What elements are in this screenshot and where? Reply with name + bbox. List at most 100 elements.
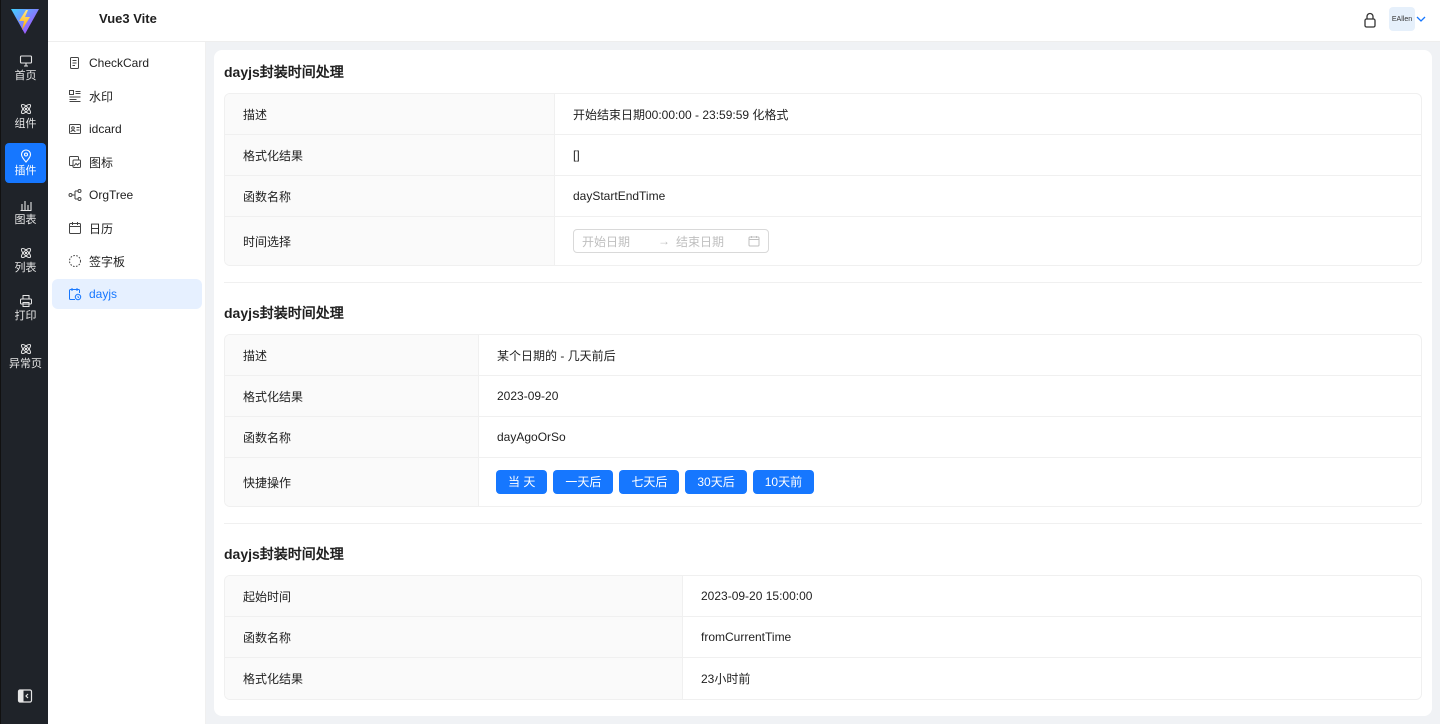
rail-item-label: 异常页 [9,357,42,370]
row-value: [] [555,135,1421,176]
lock-icon[interactable] [1362,11,1378,29]
submenu-item-label: 图标 [89,155,114,170]
submenu-item-dayjs[interactable]: dayjs [52,279,202,309]
atom-icon [20,343,31,354]
rail-item-label: 图表 [14,213,37,226]
row-label: 快捷操作 [225,458,479,506]
row-value: fromCurrentTime [683,617,1421,658]
image-icon [69,156,81,168]
table-row: 函数名称 dayAgoOrSo [225,417,1421,458]
location-pin-icon [20,148,31,163]
row-value: 某个日期的 - 几天前后 [479,335,1421,376]
submenu-item-label: 水印 [89,89,114,104]
seven-days-later-button[interactable]: 七天后 [619,470,680,494]
row-value: 23小时前 [701,672,751,686]
table-row: 描述 开始结束日期00:00:00 - 23:59:59 化格式 [225,94,1421,135]
table-row: 函数名称 fromCurrentTime [225,617,1421,658]
descriptions-table: 起始时间 2023-09-20 15:00:00 函数名称 fromCurren… [224,575,1422,700]
rail-item-label: 首页 [14,69,37,82]
submenu-item-label: idcard [89,122,122,136]
row-label: 函数名称 [225,176,555,217]
section-divider [224,523,1422,524]
rail-item-components[interactable]: 组件 [5,96,46,136]
row-value: dayStartEndTime [555,176,1421,217]
signature-icon [69,255,81,267]
document-icon [70,57,79,69]
rail-item-print[interactable]: 打印 [5,288,46,328]
submenu-item-label: 签字板 [89,254,126,269]
today-button[interactable]: 当 天 [496,470,548,494]
user-avatar[interactable]: EAllen [1389,7,1415,31]
submenu-item-orgtree[interactable]: OrgTree [52,180,202,210]
row-value: dayAgoOrSo [479,417,1421,458]
row-label: 函数名称 [225,617,683,658]
rail-item-label: 打印 [14,309,37,322]
calendar-icon [69,222,81,234]
idcard-icon [69,124,81,134]
thirty-days-later-button[interactable]: 30天后 [685,470,747,494]
bar-chart-icon [20,200,32,211]
row-label: 时间选择 [225,217,555,265]
monitor-icon [19,54,32,67]
row-value-cell: 当 天一天后 七天后 30天后 10天前 [479,458,1421,506]
descriptions-table: 描述 开始结束日期00:00:00 - 23:59:59 化格式 格式化结果 [… [224,93,1422,266]
printer-icon [19,294,32,307]
range-arrow: → [658,234,670,248]
chevron-down-icon[interactable] [1415,13,1427,25]
row-label: 描述 [225,335,479,376]
submenu-item-label: CheckCard [89,56,150,70]
top-header: Vue3 Vite EAllen [48,0,1440,42]
section-title: dayjs封装时间处理 [224,64,344,80]
collapse-sidebar-icon[interactable] [17,688,33,704]
start-date-input[interactable]: 开始日期 [582,233,658,250]
rail-item-charts[interactable]: 图表 [5,192,46,232]
row-value: 2023-09-20 15:00:00 [683,576,1421,617]
atom-icon [20,103,31,114]
section-title: dayjs封装时间处理 [224,305,344,321]
one-day-later-button[interactable]: 一天后 [553,470,614,494]
ten-days-ago-button[interactable]: 10天前 [752,470,815,494]
tree-icon [68,189,82,201]
row-value: 开始结束日期00:00:00 - 23:59:59 化格式 [555,94,1421,135]
submenu-item-icons[interactable]: 图标 [52,147,202,177]
submenu-item-label: 日历 [89,221,114,236]
submenu-item-checkcard[interactable]: CheckCard [52,48,202,78]
table-row: 格式化结果 [] [225,135,1421,176]
row-label: 格式化结果 [225,658,683,699]
watermark-icon [69,90,81,102]
section-title: dayjs封装时间处理 [224,546,344,562]
row-label: 描述 [225,94,555,135]
table-row: 起始时间 2023-09-20 15:00:00 [225,576,1421,617]
rail-item-label: 插件 [14,164,37,177]
row-label: 格式化结果 [225,135,555,176]
submenu-item-label: dayjs [89,287,118,301]
end-date-input[interactable]: 结束日期 [676,233,748,250]
submenu-item-calendar[interactable]: 日历 [52,213,202,243]
main-nav-rail: 首页 组件 插件 图表 列表 打印 异常页 [0,0,48,724]
rail-item-exception[interactable]: 异常页 [5,336,46,376]
date-range-picker[interactable]: 开始日期 → 结束日期 [573,229,769,253]
submenu-item-label: OrgTree [89,188,134,202]
rail-item-label: 组件 [14,117,37,130]
row-value-cell: 开始日期 → 结束日期 [555,217,1421,265]
table-row: 函数名称 dayStartEndTime [225,176,1421,217]
table-row: 描述 某个日期的 - 几天前后 [225,335,1421,376]
rail-item-home[interactable]: 首页 [5,48,46,88]
rail-item-label: 列表 [14,261,37,274]
rail-item-list[interactable]: 列表 [5,240,46,280]
section-divider [224,282,1422,283]
rail-item-plugins[interactable]: 插件 [5,143,46,183]
plugin-submenu: CheckCard 水印 idcard 图标 OrgTree 日历 签字板 da… [48,42,206,724]
vite-logo-icon[interactable] [9,6,41,36]
app-title: Vue3 Vite [99,11,157,26]
submenu-item-watermark[interactable]: 水印 [52,81,202,111]
row-label: 起始时间 [225,576,683,617]
submenu-item-signature[interactable]: 签字板 [52,246,202,276]
descriptions-table: 描述 某个日期的 - 几天前后 格式化结果 2023-09-20 函数名称 da… [224,334,1422,507]
row-value: 2023-09-20 [479,376,1421,417]
calendar-icon [748,236,760,247]
submenu-item-idcard[interactable]: idcard [52,114,202,144]
clock-calendar-icon [69,288,82,301]
row-label: 函数名称 [225,417,479,458]
atom-icon [20,247,31,258]
